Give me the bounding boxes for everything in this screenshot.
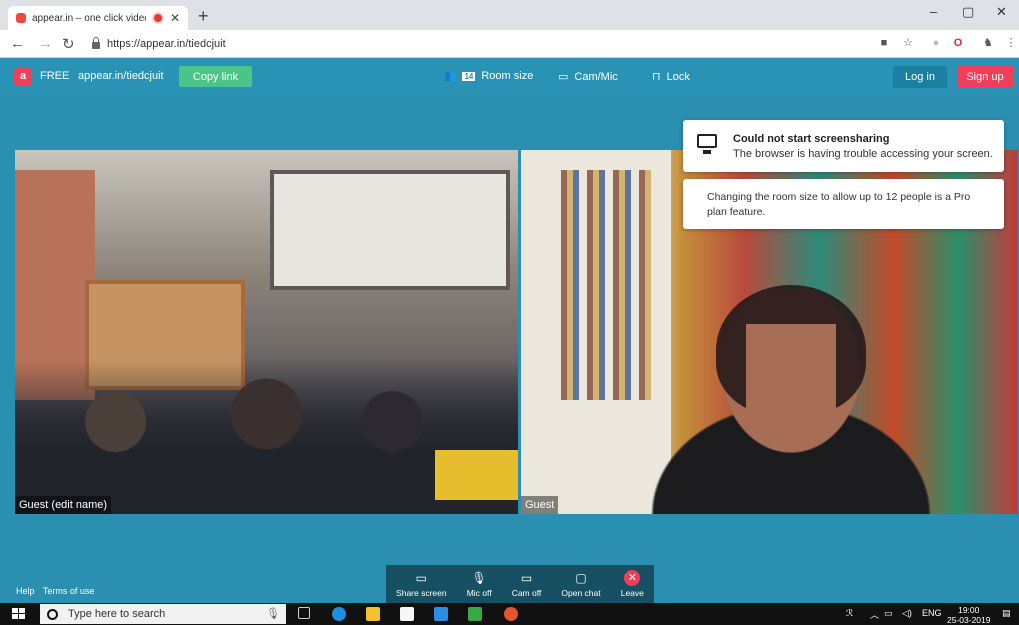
taskbar-clock[interactable]: 19:00 25-03-2019 <box>947 605 990 625</box>
share-screen-button[interactable]: ▭ Share screen <box>396 570 447 598</box>
footer-links: Help Terms of use <box>16 586 100 596</box>
minimize-button[interactable]: – <box>930 4 937 19</box>
screenshare-error-body: The browser is having trouble accessing … <box>733 148 993 160</box>
microphone-icon: 🎙 <box>471 571 487 585</box>
mic-off-label: Mic off <box>466 588 492 598</box>
tray-chevron-icon[interactable]: ︿ <box>870 608 879 621</box>
extension-icon[interactable]: ● <box>930 37 942 49</box>
share-screen-label: Share screen <box>396 588 447 598</box>
address-bar[interactable]: https://appear.in/tiedcjuit <box>88 33 868 55</box>
back-icon[interactable]: ← <box>10 35 25 52</box>
browser-menu-icon[interactable]: ⋮ <box>1005 37 1017 49</box>
leave-x-icon: ✕ <box>624 570 641 586</box>
room-size-label: Room size <box>481 70 534 82</box>
sheets-app-icon[interactable] <box>468 607 482 621</box>
bookmark-star-icon[interactable]: ☆ <box>902 37 914 49</box>
camera-icon: ▭ <box>558 71 569 83</box>
appear-in-favicon-icon <box>16 13 26 23</box>
secure-lock-icon <box>92 36 100 49</box>
cam-mic-button[interactable]: ▭ Cam/Mic <box>558 70 618 84</box>
volume-icon[interactable]: ◁) <box>902 608 912 619</box>
room-size-pro-message: Changing the room size to allow up to 12… <box>707 191 971 218</box>
monitor-icon <box>697 134 717 154</box>
store-icon[interactable] <box>400 607 414 621</box>
help-link[interactable]: Help <box>16 586 35 596</box>
app-header: a FREE appear.in/tiedcjuit Copy link 👥 1… <box>0 58 1019 98</box>
medals-hanging <box>561 170 651 400</box>
room-url: appear.in/tiedcjuit <box>78 70 164 82</box>
taskbar-search-placeholder: Type here to search <box>68 608 166 620</box>
clock-time: 19:00 <box>958 605 980 615</box>
people-icon: 👥 <box>444 70 457 82</box>
mail-icon[interactable] <box>434 607 448 621</box>
leave-label: Leave <box>620 588 644 598</box>
leave-button[interactable]: ✕ Leave <box>621 570 644 598</box>
browser-toolbar: ← → ↻ https://appear.in/tiedcjuit ■ ☆ ● … <box>0 30 1019 58</box>
window-panel <box>270 170 510 290</box>
open-chat-label: Open chat <box>561 588 601 598</box>
profile-extension-icon[interactable]: ♞ <box>982 37 994 49</box>
file-explorer-icon[interactable] <box>366 607 380 621</box>
lock-label: Lock <box>666 70 690 83</box>
cortana-icon <box>47 608 58 620</box>
tab-close-icon[interactable]: ✕ <box>170 11 180 25</box>
clock-date: 25-03-2019 <box>947 615 991 625</box>
room-size-button[interactable]: 👥 14 Room size <box>444 70 533 82</box>
screenshare-error-toast[interactable]: Could not start screensharing The browse… <box>683 120 1004 172</box>
cam-off-button[interactable]: ▭ Cam off <box>512 570 542 598</box>
sign-up-button[interactable]: Sign up <box>957 66 1013 88</box>
browser-tab[interactable]: appear.in – one click video c ✕ <box>8 6 188 30</box>
language-indicator[interactable]: ENG <box>922 608 942 618</box>
network-icon[interactable]: ▭ <box>884 608 893 619</box>
voice-mic-icon[interactable]: 🎙 <box>266 607 280 621</box>
video-tile-left[interactable]: Guest (edit name) <box>15 150 518 514</box>
yellow-table <box>435 450 518 500</box>
call-control-bar: ▭ Share screen 🎙 Mic off ▭ Cam off ▢ Ope… <box>386 565 654 603</box>
notification-center-icon[interactable]: ▤ <box>1002 608 1011 619</box>
participant-name-left[interactable]: Guest (edit name) <box>15 496 112 514</box>
lock-icon: ⊓ <box>652 71 661 83</box>
chat-bubble-icon: ▢ <box>575 571 587 585</box>
camera-indicator-icon[interactable]: ■ <box>878 37 890 49</box>
plan-label: FREE <box>40 70 70 82</box>
copy-link-button[interactable]: Copy link <box>179 66 252 87</box>
camera-icon: ▭ <box>520 571 533 585</box>
restore-button[interactable]: ▢ <box>962 4 974 20</box>
screenshare-error-title: Could not start screensharing <box>733 133 890 145</box>
cam-mic-label: Cam/Mic <box>574 70 618 83</box>
appear-in-logo[interactable]: a <box>14 68 32 86</box>
recording-indicator-icon <box>153 14 162 22</box>
chrome-icon[interactable] <box>504 607 518 621</box>
edge-browser-icon[interactable] <box>332 607 346 621</box>
monitor-icon: ▭ <box>415 571 427 585</box>
participant-name-right[interactable]: Guest <box>521 496 559 514</box>
opera-extension-icon[interactable]: O <box>952 37 964 49</box>
task-view-icon[interactable] <box>298 607 310 619</box>
log-in-button[interactable]: Log in <box>893 66 947 88</box>
open-chat-button[interactable]: ▢ Open chat <box>561 570 600 598</box>
new-tab-button[interactable]: + <box>198 6 209 27</box>
room-size-pro-toast[interactable]: Changing the room size to allow up to 12… <box>683 179 1004 229</box>
reload-icon[interactable]: ↻ <box>62 35 75 53</box>
lock-room-button[interactable]: ⊓ Lock <box>652 70 690 84</box>
close-window-button[interactable]: ✕ <box>996 4 1007 20</box>
windows-taskbar: Type here to search 🎙 ℛ ︿ ▭ ◁) ENG 19:00… <box>0 603 1019 625</box>
tab-title: appear.in – one click video c <box>32 12 146 24</box>
cam-off-label: Cam off <box>511 588 542 598</box>
people-tray-icon[interactable]: ℛ <box>846 608 853 619</box>
windows-start-icon[interactable] <box>12 608 26 620</box>
terms-link[interactable]: Terms of use <box>43 586 95 596</box>
taskbar-search-box[interactable]: Type here to search <box>40 604 286 624</box>
room-size-badge: 14 <box>462 71 476 81</box>
mic-off-button[interactable]: 🎙 Mic off <box>467 570 492 598</box>
browser-tab-strip: appear.in – one click video c ✕ + – ▢ ✕ <box>0 0 1019 30</box>
forward-icon[interactable]: → <box>38 35 53 52</box>
url-text: https://appear.in/tiedcjuit <box>107 38 226 50</box>
